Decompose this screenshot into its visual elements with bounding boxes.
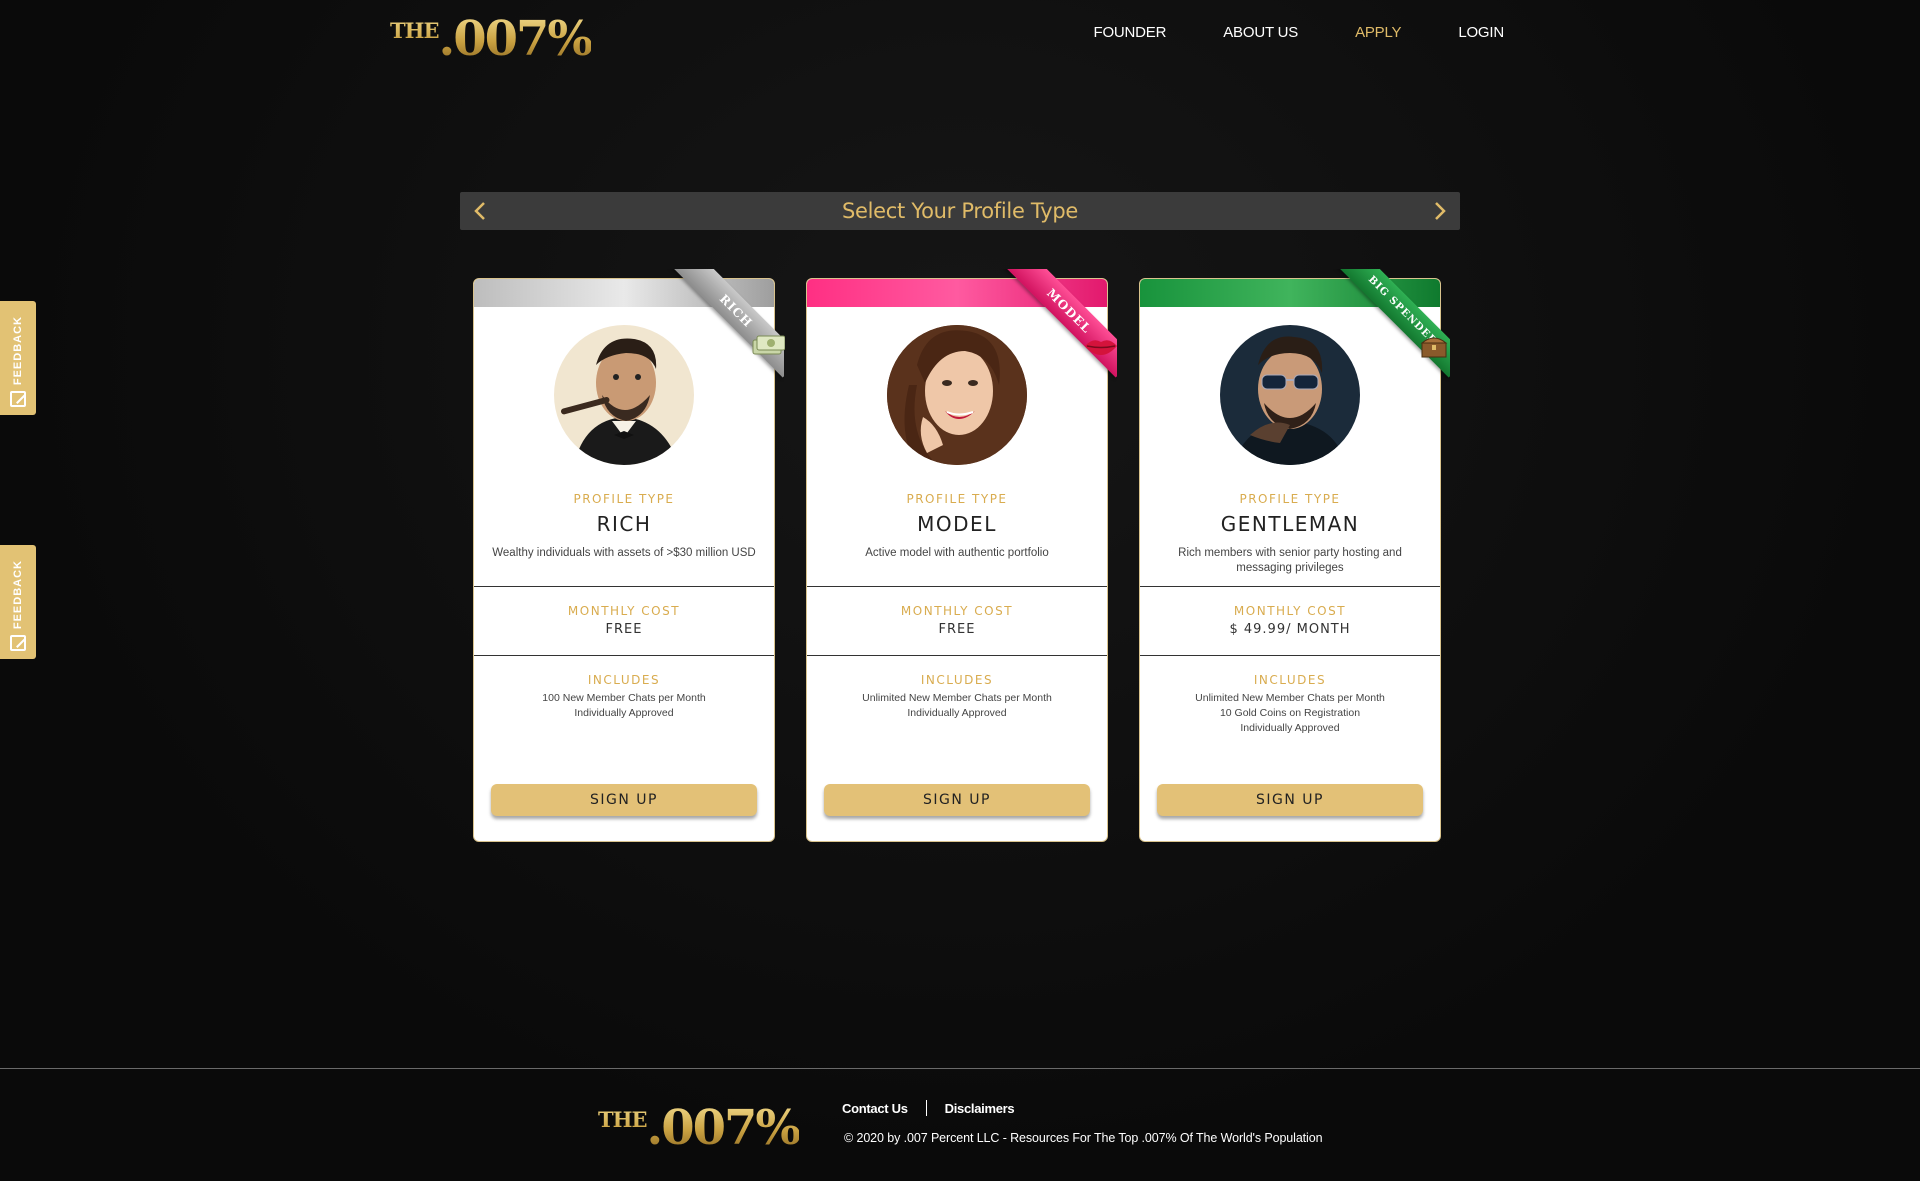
profile-type-selector: Select Your Profile Type [460, 192, 1460, 230]
includes-section: INCLUDES Unlimited New Member Chats per … [807, 656, 1107, 721]
sign-up-button[interactable]: SIGN UP [1157, 784, 1423, 816]
profile-description: Wealthy individuals with assets of >$30 … [492, 547, 756, 559]
includes-label: INCLUDES [1253, 673, 1327, 687]
includes-item: 100 New Member Chats per Month [542, 692, 706, 704]
monthly-cost-section: MONTHLY COST FREE [807, 587, 1107, 655]
includes-label: INCLUDES [920, 673, 994, 687]
profile-type-name: MODEL [917, 512, 997, 536]
contact-us-link[interactable]: Contact Us [842, 1101, 908, 1116]
feedback-tab[interactable]: FEEDBACK [0, 301, 36, 415]
logo-the: THE [390, 18, 439, 43]
sign-up-button[interactable]: SIGN UP [824, 784, 1090, 816]
monthly-cost-label: MONTHLY COST [900, 604, 1014, 618]
nav-founder[interactable]: FOUNDER [1093, 24, 1166, 41]
feedback-label: FEEDBACK [12, 559, 24, 629]
selector-title: Select Your Profile Type [842, 199, 1078, 223]
profile-card-model: MODEL PROFILE TYPE MODEL Active model wi… [806, 269, 1117, 842]
main-nav: FOUNDER ABOUT US APPLY LOGIN [1093, 24, 1504, 41]
avatar-gentleman [1220, 325, 1360, 465]
includes-item: Unlimited New Member Chats per Month [862, 692, 1052, 704]
profile-type-name: RICH [596, 512, 652, 536]
footer-divider [0, 1068, 1920, 1069]
chevron-left-icon[interactable] [460, 192, 500, 230]
logo-number: .007% [646, 1100, 799, 1156]
nav-apply[interactable]: APPLY [1355, 24, 1401, 41]
profile-cards: RICH PROFILE TYPE RICH Wealthy individua… [473, 269, 1450, 842]
monthly-cost-section: MONTHLY COST $ 49.99/ MONTH [1140, 587, 1440, 655]
site-logo[interactable]: THE .007% [390, 14, 591, 64]
logo-the: THE [598, 1107, 647, 1132]
profile-description: Rich members with senior party hosting a… [1178, 547, 1402, 574]
monthly-cost-label: MONTHLY COST [567, 604, 681, 618]
footer-links: Contact Us Disclaimers [842, 1100, 1015, 1116]
includes-label: INCLUDES [587, 673, 661, 687]
monthly-cost-value: FREE [605, 622, 643, 637]
edit-icon [10, 391, 26, 407]
monthly-cost-value: $ 49.99/ MONTH [1229, 622, 1351, 637]
feedback-tab[interactable]: FEEDBACK [0, 545, 36, 659]
includes-item: Unlimited New Member Chats per Month [1195, 692, 1385, 704]
profile-card-rich: RICH PROFILE TYPE RICH Wealthy individua… [473, 269, 785, 842]
profile-type-label: PROFILE TYPE [573, 492, 675, 506]
profile-description: Active model with authentic portfolio [865, 547, 1049, 559]
link-separator [925, 1100, 927, 1116]
copyright-text: © 2020 by .007 Percent LLC - Resources F… [844, 1131, 1323, 1145]
sign-up-button[interactable]: SIGN UP [491, 784, 757, 816]
includes-item: Individually Approved [1240, 722, 1340, 734]
disclaimers-link[interactable]: Disclaimers [945, 1101, 1015, 1116]
monthly-cost-value: FREE [938, 622, 976, 637]
monthly-cost-section: MONTHLY COST FREE [474, 587, 774, 655]
treasure-chest-icon [1415, 327, 1453, 365]
lips-icon [1082, 327, 1120, 365]
profile-type-name: GENTLEMAN [1220, 512, 1360, 536]
edit-icon [10, 635, 26, 651]
includes-item: Individually Approved [907, 707, 1007, 719]
monthly-cost-label: MONTHLY COST [1233, 604, 1347, 618]
includes-section: INCLUDES Unlimited New Member Chats per … [1140, 656, 1440, 736]
nav-login[interactable]: LOGIN [1458, 24, 1504, 41]
money-icon [749, 327, 787, 365]
includes-item: Individually Approved [574, 707, 674, 719]
chevron-right-icon[interactable] [1420, 192, 1460, 230]
avatar-rich [554, 325, 694, 465]
includes-item: 10 Gold Coins on Registration [1219, 707, 1361, 719]
feedback-label: FEEDBACK [12, 315, 24, 385]
includes-section: INCLUDES 100 New Member Chats per Month … [474, 656, 774, 721]
profile-card-gentleman: BIG SPENDER PROFILE TYPE GENTLEMAN Rich … [1139, 269, 1450, 842]
avatar-model [887, 325, 1027, 465]
nav-about-us[interactable]: ABOUT US [1223, 24, 1298, 41]
profile-type-label: PROFILE TYPE [906, 492, 1008, 506]
profile-type-label: PROFILE TYPE [1239, 492, 1341, 506]
logo-number: .007% [438, 11, 591, 67]
footer-logo[interactable]: THE .007% [598, 1103, 799, 1153]
